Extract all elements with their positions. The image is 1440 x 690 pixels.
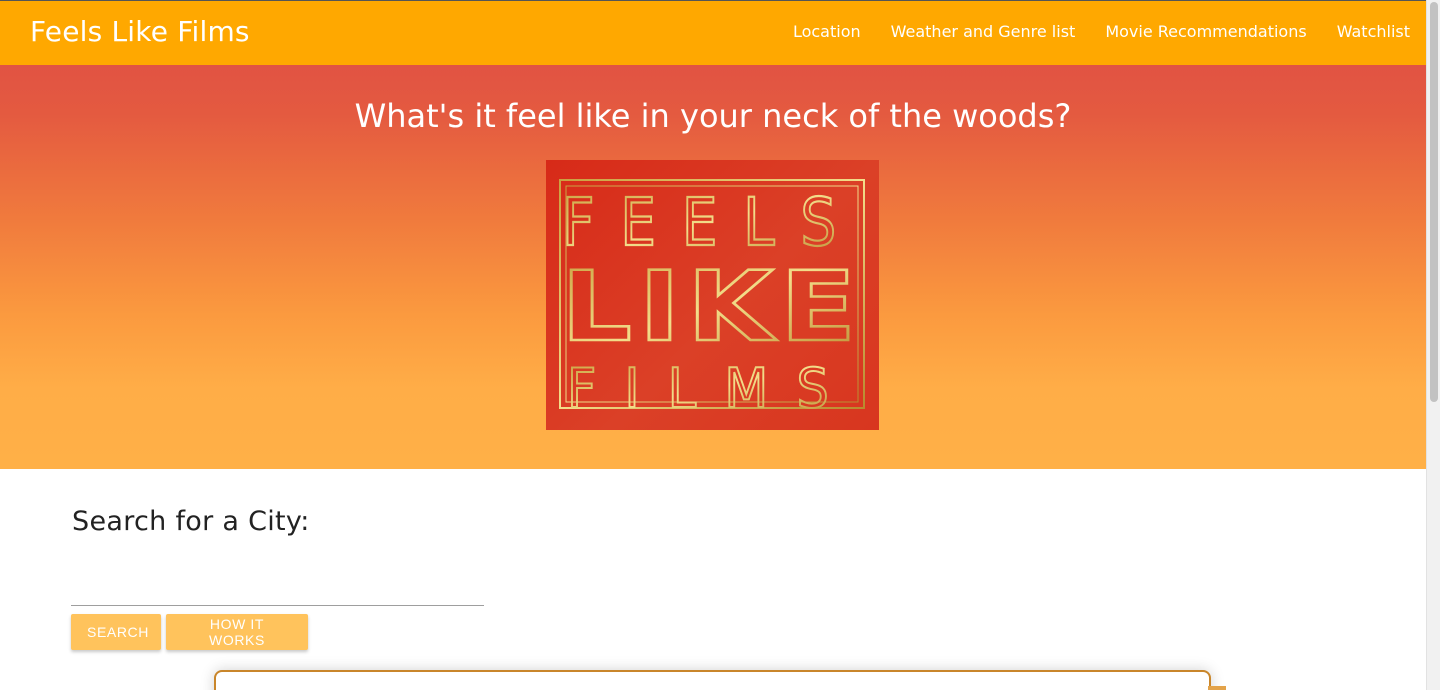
nav-links: Location Weather and Genre list Movie Re… [793,22,1410,41]
nav-link-watchlist[interactable]: Watchlist [1337,22,1410,41]
navbar: Feels Like Films Location Weather and Ge… [0,1,1426,65]
logo-line-feels: FEELS [562,184,862,261]
page-scrollbar[interactable] [1426,0,1440,690]
nav-link-weather-genre[interactable]: Weather and Genre list [891,22,1076,41]
results-card [214,670,1211,690]
search-button[interactable]: Search [71,614,161,650]
card-corner-accent [1208,686,1226,690]
page: Feels Like Films Location Weather and Ge… [0,0,1426,690]
logo-line-like: LIKE [561,251,863,363]
nav-link-location[interactable]: Location [793,22,861,41]
logo-graphic: FEELS LIKE FILMS [559,179,865,421]
hero-banner: What's it feel like in your neck of the … [0,65,1426,469]
logo-line-films: FILMS [567,357,857,420]
how-it-works-button[interactable]: How it works [166,614,308,650]
scrollbar-thumb[interactable] [1430,2,1438,402]
city-search-input[interactable] [71,573,484,606]
nav-link-movie-recommendations[interactable]: Movie Recommendations [1105,22,1306,41]
brand-title[interactable]: Feels Like Films [30,15,250,48]
hero-title: What's it feel like in your neck of the … [354,97,1072,135]
search-heading: Search for a City: [72,506,310,537]
feels-like-films-logo: FEELS LIKE FILMS [546,160,879,430]
